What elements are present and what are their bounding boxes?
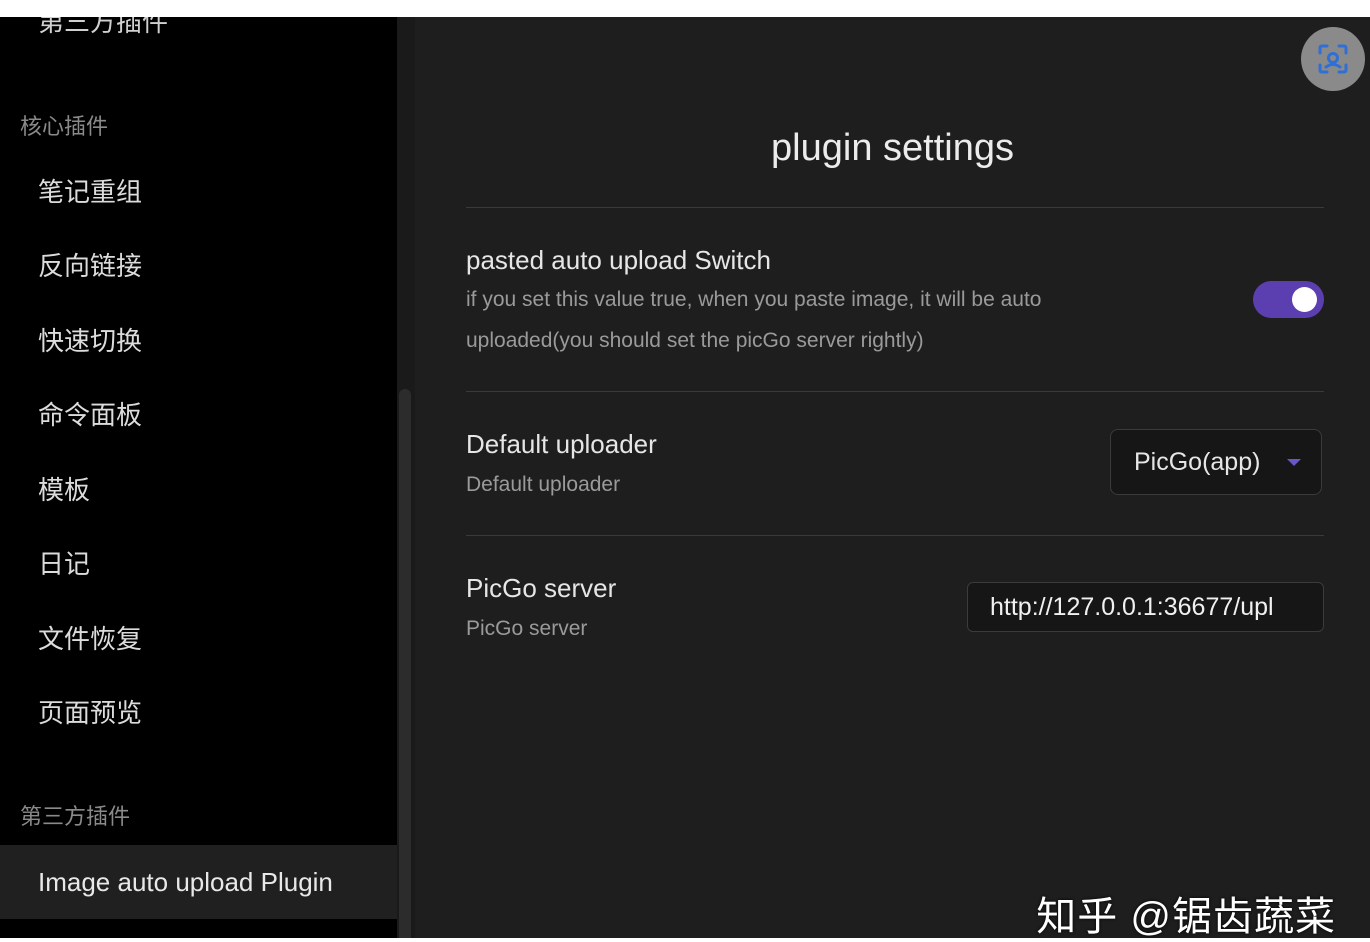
- sidebar-heading-third-party: 第三方插件: [20, 804, 131, 829]
- divider: [466, 207, 1324, 208]
- divider: [466, 535, 1324, 536]
- expand-scan-button[interactable]: [1301, 27, 1365, 91]
- sidebar-heading-core-plugins: 核心插件: [20, 114, 109, 139]
- default-uploader-value: PicGo(app): [1134, 448, 1261, 476]
- watermark: 知乎 @锯齿蔬菜: [1036, 895, 1336, 939]
- sidebar-item-file-recovery[interactable]: 文件恢复: [0, 609, 397, 669]
- page-title: plugin settings: [771, 127, 1014, 169]
- sidebar-item-daily-notes[interactable]: 日记: [0, 534, 397, 594]
- setting-desc-auto-upload: if you set this value true, when you pas…: [466, 288, 1042, 352]
- setting-name-auto-upload: pasted auto upload Switch: [466, 245, 771, 275]
- sidebar-item-page-preview[interactable]: 页面预览: [0, 683, 397, 743]
- sidebar-item-templates[interactable]: 模板: [0, 460, 397, 520]
- sidebar-item-image-auto-upload[interactable]: Image auto upload Plugin: [0, 845, 397, 919]
- sidebar-item-backlinks[interactable]: 反向链接: [0, 236, 397, 296]
- picgo-server-input[interactable]: [967, 582, 1324, 632]
- settings-sidebar: 第三方插件 核心插件 笔记重组 反向链接 快速切换 命令面板 模板 日记 文件恢…: [0, 17, 397, 938]
- sidebar-heading-third-party-cut: 第三方插件: [38, 17, 169, 37]
- plugin-settings-panel: plugin settings pasted auto upload Switc…: [415, 17, 1370, 938]
- app-window: 第三方插件 核心插件 笔记重组 反向链接 快速切换 命令面板 模板 日记 文件恢…: [0, 17, 1370, 938]
- auto-upload-toggle[interactable]: [1253, 281, 1324, 318]
- sidebar-item-command-palette[interactable]: 命令面板: [0, 385, 397, 445]
- setting-name-picgo-server: PicGo server: [466, 573, 617, 603]
- chevron-down-icon: [1287, 459, 1301, 466]
- setting-desc-default-uploader: Default uploader: [466, 473, 621, 496]
- sidebar-item-graph[interactable]: 笔记重组: [0, 162, 397, 222]
- setting-name-default-uploader: Default uploader: [466, 429, 657, 459]
- default-uploader-select[interactable]: PicGo(app): [1110, 429, 1322, 495]
- divider: [466, 391, 1324, 392]
- sidebar-scrollbar-thumb[interactable]: [399, 389, 411, 938]
- sidebar-item-quick-switcher[interactable]: 快速切换: [0, 311, 397, 371]
- toggle-knob: [1292, 287, 1317, 312]
- expand-scan-icon: [1318, 44, 1348, 74]
